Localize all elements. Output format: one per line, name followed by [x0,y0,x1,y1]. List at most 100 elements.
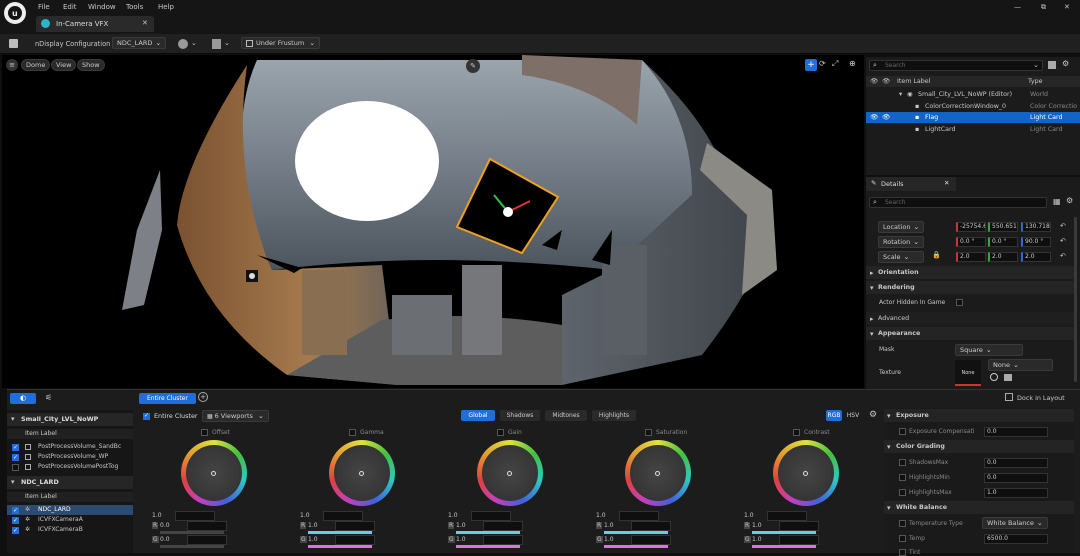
outliner-row-lightcard[interactable]: ▪ LightCard Light Card [866,124,1080,135]
config-dropdown[interactable]: NDC_LARD [112,37,167,49]
wheel-enable-checkbox[interactable] [349,429,356,436]
wheel-enable-checkbox[interactable] [793,429,800,436]
dock-in-layout-button[interactable]: Dock in Layout [1017,394,1065,402]
section-advanced[interactable]: Advanced [866,312,1076,325]
folder-icon[interactable] [1004,374,1012,381]
settings-sliders-icon[interactable]: ⚟ [45,393,52,402]
gear-icon[interactable]: ⚙ [1066,196,1073,205]
wheel-value-field[interactable] [767,511,807,521]
hsv-toggle[interactable]: HSV [844,410,862,421]
temp-field[interactable]: 6500.0 [984,534,1048,544]
highlights-max-checkbox[interactable] [899,489,906,496]
maximize-button[interactable]: ⧉ [1041,3,1046,12]
menu-file[interactable]: File [38,3,50,11]
lock-icon[interactable]: 🔒 [932,251,941,259]
blueprint-icon[interactable] [212,39,221,49]
expand-arrow-icon[interactable]: ▸ [870,269,874,277]
reset-icon[interactable]: ↶ [1060,252,1066,260]
col-type[interactable]: Type [1028,76,1042,87]
gear-icon[interactable]: ⚙ [1062,59,1069,68]
tab-close-icon[interactable]: ✕ [142,19,148,27]
list-item[interactable]: ✲ ICVFXCameraA [7,515,133,525]
details-tab[interactable]: ✎ Details ✕ [866,177,956,191]
location-y-field[interactable]: 550.651( [988,222,1018,232]
outliner-search[interactable]: ⌕ Search ⌄ [869,60,1043,71]
wheel-value-field[interactable] [471,511,511,521]
tab-shadows[interactable]: Shadows [500,410,540,421]
save-icon[interactable] [9,39,18,48]
color-grading-tab-icon[interactable]: ◐ [10,393,36,404]
viewport[interactable]: ≡ Dome View Show ✎ + ⟳ ⤢ ⊕ [2,55,864,388]
outliner-row-world[interactable]: ▾ ◉ Small_City_LVL_NoWP (Editor) World [866,89,1080,100]
details-scrollbar[interactable] [1074,217,1077,382]
wheel-enable-checkbox[interactable] [201,429,208,436]
expand-arrow-icon[interactable]: ▾ [887,443,891,451]
wheel-center-handle[interactable] [803,471,808,476]
col-item-label[interactable]: Item Label [897,76,930,87]
translate-tool-icon[interactable]: + [805,59,817,71]
minimize-button[interactable]: — [1014,3,1021,11]
temp-type-checkbox[interactable] [899,520,906,527]
entire-cluster-tab[interactable]: Entire Cluster [139,393,196,404]
wheel-center-handle[interactable] [211,471,216,476]
texture-thumbnail[interactable]: None [955,360,981,386]
location-dropdown[interactable]: Location [878,221,924,233]
group-ndc-lard[interactable]: NDC_LARD [7,476,133,489]
chevron-down-icon[interactable]: ⌄ [224,39,230,47]
channel-r-field[interactable] [187,521,227,531]
dome-button[interactable]: Dome [21,59,51,71]
expand-arrow-icon[interactable]: ▸ [870,315,874,323]
expand-arrow-icon[interactable]: ▾ [870,330,874,338]
list-item[interactable]: PostProcessVolume_WP [7,452,133,462]
visibility-eye-icon[interactable]: 👁 [882,112,890,123]
wheel-value-field[interactable] [619,511,659,521]
menu-window[interactable]: Window [88,3,116,11]
browse-icon[interactable] [990,373,998,381]
exposure-comp-field[interactable]: 0.0 [984,427,1048,437]
channel-r-field[interactable] [779,521,819,531]
gear-icon[interactable]: ⚙ [869,410,877,420]
temp-checkbox[interactable] [899,535,906,542]
shadows-max-field[interactable]: 0.0 [984,458,1048,468]
channel-g-field[interactable] [335,535,375,545]
section-color-grading[interactable]: Color Grading [884,440,1074,453]
tab-midtones[interactable]: Midtones [545,410,587,421]
close-window-button[interactable]: ✕ [1064,3,1070,11]
location-x-field[interactable]: -25754.6 [956,222,986,232]
expand-arrow-icon[interactable]: ▾ [887,412,891,420]
view-button[interactable]: View [51,59,77,71]
entire-cluster-checkbox[interactable] [143,412,150,420]
grid-view-icon[interactable]: ▦ [1053,197,1061,206]
world-icon[interactable]: ⊕ [849,59,860,71]
wheel-center-handle[interactable] [507,471,512,476]
menu-edit[interactable]: Edit [63,3,77,11]
section-white-balance[interactable]: White Balance [884,501,1074,514]
list-item[interactable]: ✲ ICVFXCameraB [7,525,133,535]
exposure-comp-checkbox[interactable] [899,428,906,435]
item-checkbox[interactable] [12,464,19,471]
channel-g-field[interactable] [483,535,523,545]
tab-in-camera-vfx[interactable]: In-Camera VFX ✕ [36,16,154,32]
channel-r-field[interactable] [631,521,671,531]
show-button[interactable]: Show [77,59,105,71]
expand-arrow-icon[interactable]: ▾ [11,415,15,423]
group-small-city[interactable]: Small_City_LVL_NoWP [7,413,133,426]
add-icon[interactable]: + [198,392,208,402]
item-checkbox[interactable] [12,516,19,525]
rotation-z-field[interactable]: 90.0 ° [1021,237,1051,247]
section-exposure[interactable]: Exposure [884,409,1074,422]
wheel-enable-checkbox[interactable] [645,429,652,436]
viewport-scene[interactable] [2,55,864,388]
list-item[interactable]: PostProcessVolumePostTog [7,462,133,472]
section-rendering[interactable]: Rendering [866,281,1076,294]
outliner-row-color-correction[interactable]: ▪ ColorCorrectionWindow_0 Color Correcti… [866,101,1080,112]
channel-g-field[interactable] [779,535,819,545]
chevron-down-icon[interactable]: ⌄ [191,39,197,47]
section-appearance[interactable]: Appearance [866,327,1076,340]
shadows-max-checkbox[interactable] [899,459,906,466]
texture-dropdown[interactable]: None [988,359,1053,371]
highlights-min-field[interactable]: 0.0 [984,473,1048,483]
item-checkbox[interactable] [12,526,19,535]
rotation-x-field[interactable]: 0.0 ° [956,237,986,247]
rotation-y-field[interactable]: 0.0 ° [988,237,1018,247]
